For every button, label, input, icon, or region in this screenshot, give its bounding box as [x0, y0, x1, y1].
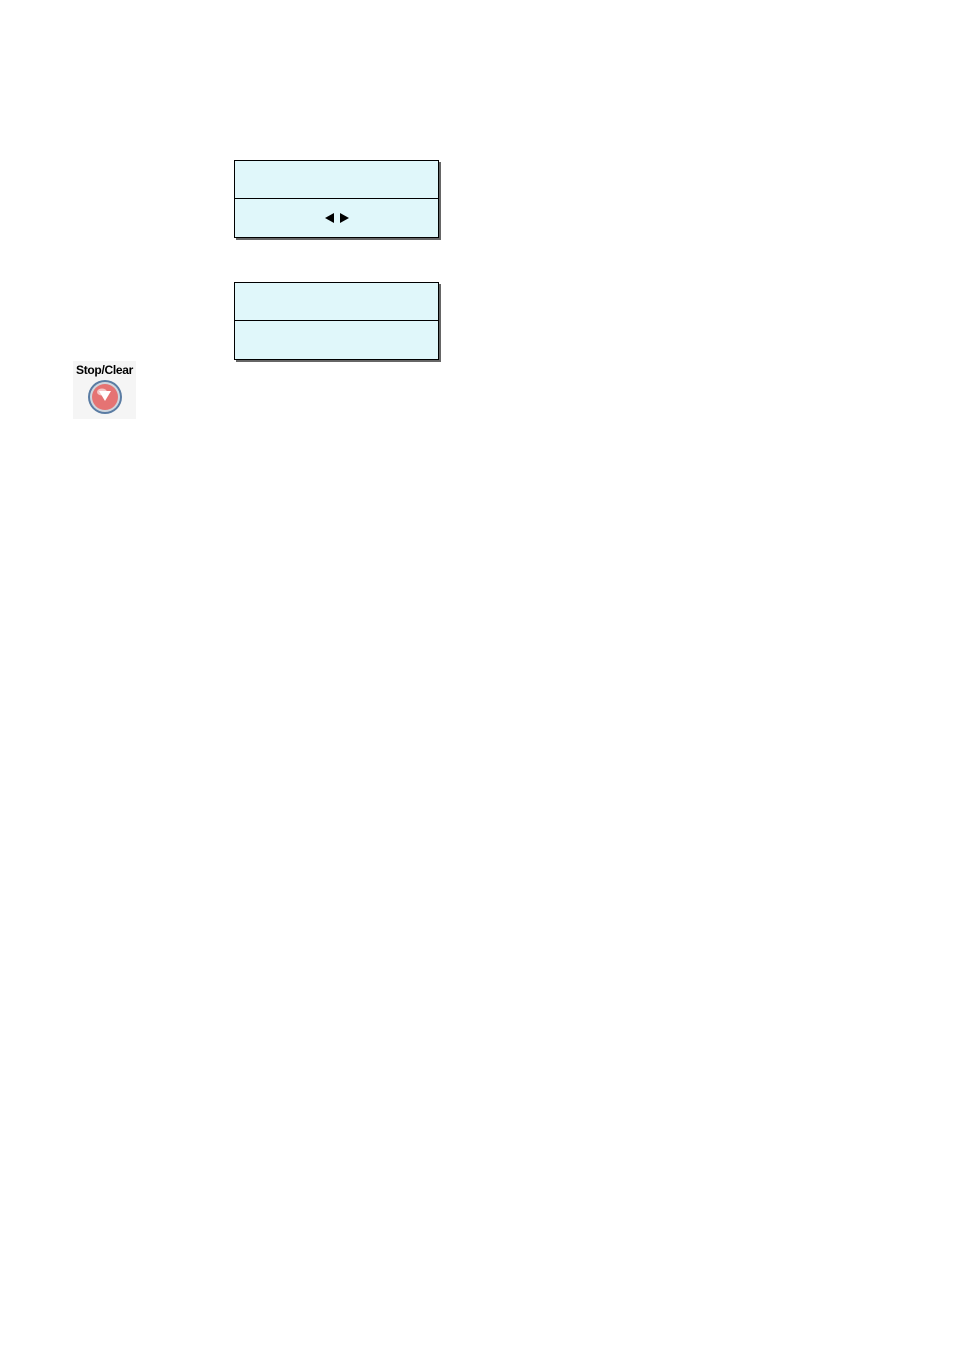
- stop-clear-icon: [87, 379, 123, 415]
- left-right-arrows-icon: [325, 212, 349, 224]
- menu-cell[interactable]: [235, 161, 438, 199]
- menu-panel-2: [234, 282, 439, 360]
- stop-clear-block: Stop/Clear: [73, 361, 136, 419]
- stop-clear-button[interactable]: [87, 379, 123, 415]
- stop-clear-label: Stop/Clear: [73, 363, 136, 377]
- menu-cell[interactable]: [235, 321, 438, 359]
- menu-panel-1: [234, 160, 439, 238]
- menu-cell[interactable]: [235, 283, 438, 321]
- menu-cell-arrows[interactable]: [235, 199, 438, 237]
